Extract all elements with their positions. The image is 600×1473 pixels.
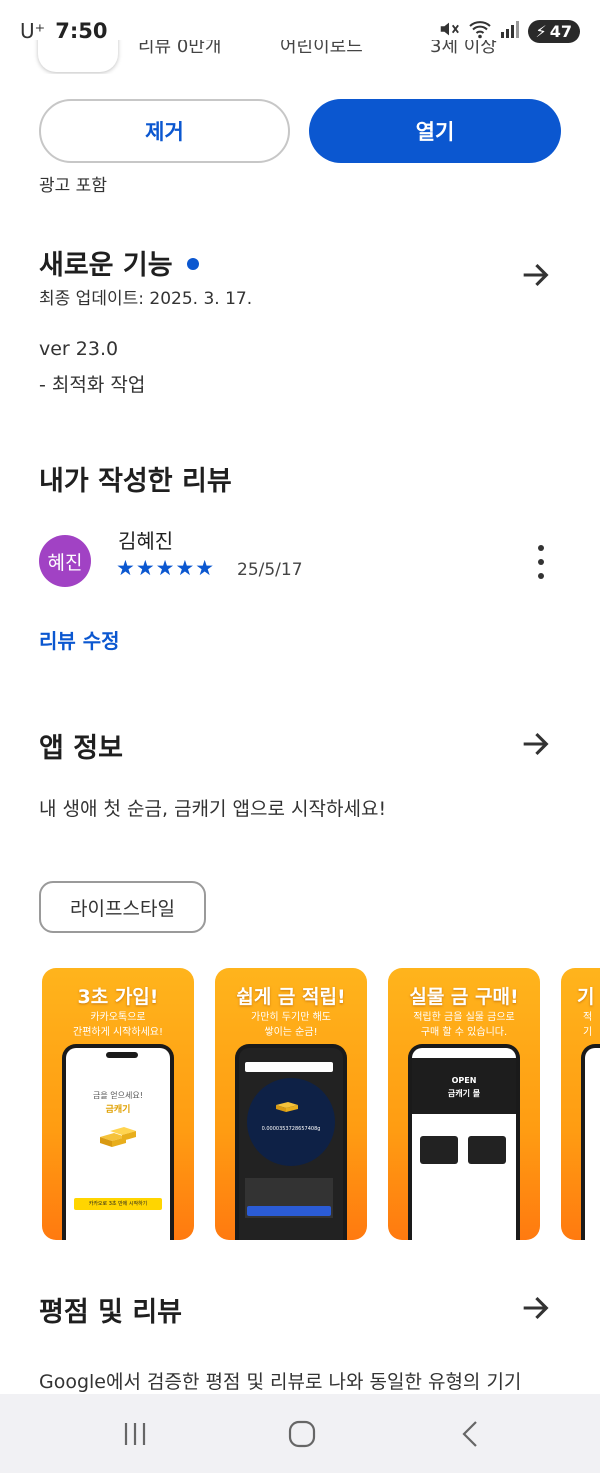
screen-button bbox=[247, 1206, 331, 1216]
arrow-right-icon[interactable] bbox=[518, 258, 552, 292]
product-card bbox=[420, 1136, 458, 1164]
screenshot-3[interactable]: 실물 금 구매! 적립한 금을 실물 금으로 구매 할 수 있습니다. OPEN… bbox=[388, 968, 540, 1240]
screenshot-1[interactable]: 3초 가입! 카카오톡으로 간편하게 시작하세요! 금을 얻으세요! 금캐기 카… bbox=[42, 968, 194, 1240]
new-indicator-dot bbox=[186, 257, 199, 270]
version-text: ver 23.0 bbox=[39, 338, 119, 360]
subtitle-line: 가만히 두기만 해도 bbox=[251, 1012, 331, 1023]
subtitle-line: 카카오톡으로 bbox=[90, 1012, 146, 1023]
ratings-description: Google에서 검증한 평점 및 리뷰로 나와 동일한 유형의 기기 bbox=[39, 1371, 522, 1393]
screenshot-title: 실물 금 구매! bbox=[409, 986, 519, 1008]
phone-screen: 금을 얻으세요! 금캐기 카카오로 3초 만에 시작하기 bbox=[66, 1048, 170, 1240]
developer-text: 어린이로드 bbox=[280, 40, 363, 57]
app-description: 내 생애 첫 순금, 금캐기 앱으로 시작하세요! bbox=[39, 798, 387, 820]
my-review-title: 내가 작성한 리뷰 bbox=[39, 466, 232, 497]
subtitle-line: 구매 할 수 있습니다. bbox=[420, 1027, 508, 1038]
charging-icon: ⚡ bbox=[535, 21, 547, 41]
subtitle-line: 쌓이는 순금! bbox=[264, 1027, 318, 1038]
subtitle-line: 기 bbox=[583, 1027, 593, 1038]
app-header-partial: 리뷰 0만개 어린이로드 3세 이상 bbox=[0, 40, 600, 74]
screenshot-2[interactable]: 쉽게 금 적립! 가만히 두기만 해도 쌓이는 순금! 0.0000353728… bbox=[215, 968, 367, 1240]
gold-bars-icon bbox=[96, 1123, 140, 1149]
arrow-right-icon[interactable] bbox=[518, 1291, 552, 1325]
gold-bars-icon bbox=[273, 1096, 309, 1114]
subtitle-line: 적 bbox=[583, 1012, 593, 1023]
phone-screen bbox=[585, 1048, 600, 1240]
phone-screen: OPEN 금캐기 몰 bbox=[412, 1048, 516, 1240]
review-date: 25/5/17 bbox=[237, 560, 303, 580]
subtitle-line: 적립한 금을 실물 금으로 bbox=[413, 1012, 515, 1023]
back-icon[interactable] bbox=[450, 1414, 490, 1454]
banner-mall-text: 금캐기 몰 bbox=[447, 1089, 481, 1098]
screenshot-4[interactable]: 기 적 기 bbox=[561, 968, 600, 1240]
update-note: - 최적화 작업 bbox=[39, 374, 146, 396]
phone-notch bbox=[106, 1052, 138, 1058]
screenshot-carousel[interactable]: 3초 가입! 카카오톡으로 간편하게 시작하세요! 금을 얻으세요! 금캐기 카… bbox=[0, 968, 600, 1240]
gold-amount: 0.0000353728657408g bbox=[261, 1126, 321, 1132]
age-rating-text: 3세 이상 bbox=[430, 40, 497, 57]
whats-new-header[interactable]: 새로운 기능 bbox=[39, 243, 199, 282]
gold-counter-circle: 0.0000353728657408g bbox=[247, 1078, 335, 1166]
phone-screen: 0.0000353728657408g bbox=[239, 1048, 343, 1240]
phone-mockup bbox=[581, 1044, 600, 1240]
screenshot-title: 기 bbox=[577, 986, 595, 1008]
arrow-right-icon[interactable] bbox=[518, 727, 552, 761]
star-rating: ★★★★★ bbox=[116, 556, 216, 580]
app-info-title[interactable]: 앱 정보 bbox=[39, 726, 123, 765]
banner-open-text: OPEN bbox=[451, 1076, 477, 1085]
screen-header-bar bbox=[245, 1062, 333, 1072]
whats-new-title: 새로운 기능 bbox=[39, 250, 173, 281]
screen-logo: 금캐기 bbox=[105, 1105, 131, 1115]
screenshot-subtitle: 카카오톡으로 간편하게 시작하세요! bbox=[42, 1010, 194, 1040]
open-button[interactable]: 열기 bbox=[309, 99, 561, 163]
home-icon[interactable] bbox=[282, 1414, 322, 1454]
kakao-login-button: 카카오로 3초 만에 시작하기 bbox=[74, 1198, 162, 1210]
more-options-icon[interactable] bbox=[530, 545, 552, 579]
reviewer-name: 김혜진 bbox=[118, 529, 174, 553]
app-icon bbox=[38, 40, 118, 72]
screenshot-subtitle: 적 기 bbox=[561, 1010, 600, 1040]
phone-mockup: 금을 얻으세요! 금캐기 카카오로 3초 만에 시작하기 bbox=[62, 1044, 174, 1240]
phone-mockup: 0.0000353728657408g bbox=[235, 1044, 347, 1240]
product-card bbox=[468, 1136, 506, 1164]
battery-level: 47 bbox=[549, 21, 572, 41]
screenshot-title: 쉽게 금 적립! bbox=[236, 986, 346, 1008]
screen-text: 금을 얻으세요! bbox=[93, 1091, 143, 1100]
ratings-title[interactable]: 평점 및 리뷰 bbox=[39, 1290, 182, 1329]
last-updated: 최종 업데이트: 2025. 3. 17. bbox=[39, 289, 253, 309]
screenshot-subtitle: 적립한 금을 실물 금으로 구매 할 수 있습니다. bbox=[388, 1010, 540, 1040]
recents-icon[interactable] bbox=[115, 1414, 155, 1454]
navigation-bar bbox=[0, 1394, 600, 1473]
avatar: 혜진 bbox=[39, 535, 91, 587]
remove-button[interactable]: 제거 bbox=[39, 99, 290, 163]
phone-mockup: OPEN 금캐기 몰 bbox=[408, 1044, 520, 1240]
screenshot-title: 3초 가입! bbox=[77, 986, 159, 1008]
subtitle-line: 간편하게 시작하세요! bbox=[73, 1027, 163, 1038]
edit-review-link[interactable]: 리뷰 수정 bbox=[39, 625, 120, 654]
screenshot-subtitle: 가만히 두기만 해도 쌓이는 순금! bbox=[215, 1010, 367, 1040]
review-count-text: 리뷰 0만개 bbox=[138, 40, 222, 57]
ad-notice: 광고 포함 bbox=[39, 176, 107, 196]
mall-banner: OPEN 금캐기 몰 bbox=[412, 1058, 516, 1114]
category-chip[interactable]: 라이프스타일 bbox=[39, 881, 206, 933]
